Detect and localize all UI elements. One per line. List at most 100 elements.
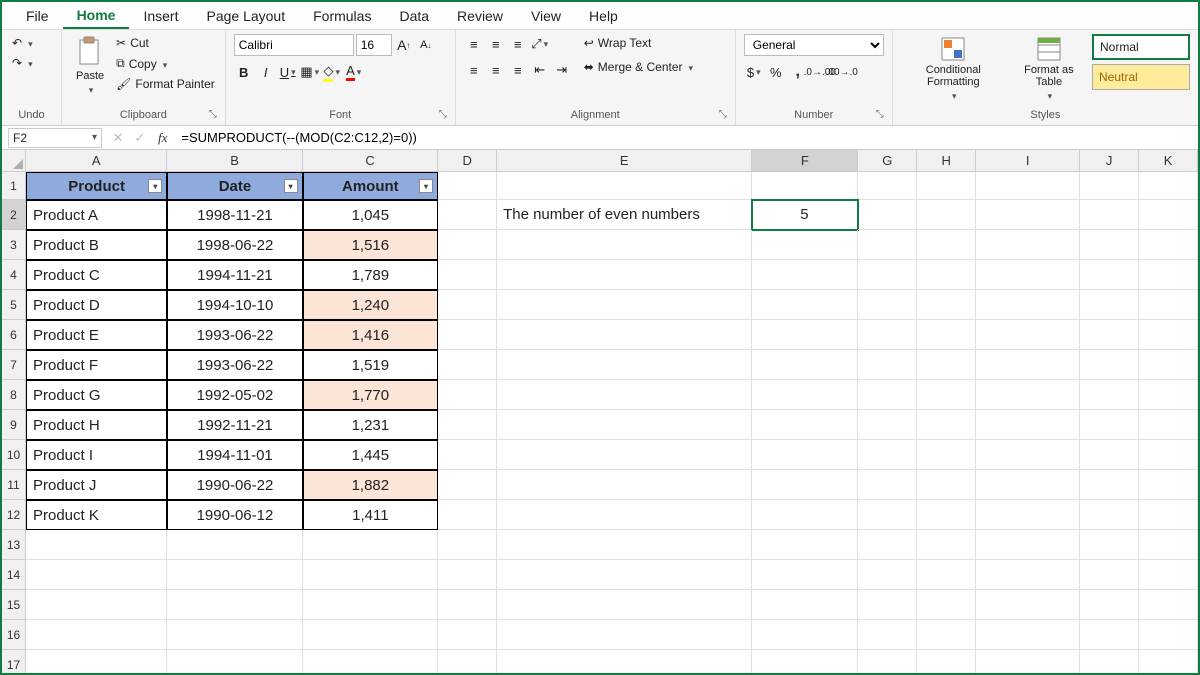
cell-H8[interactable] bbox=[917, 380, 976, 410]
menu-page-layout[interactable]: Page Layout bbox=[192, 4, 299, 28]
cell-F8[interactable] bbox=[752, 380, 858, 410]
cell-B11[interactable]: 1990-06-22 bbox=[167, 470, 302, 500]
cell-H5[interactable] bbox=[917, 290, 976, 320]
row-header-15[interactable]: 15 bbox=[2, 590, 26, 620]
col-header-J[interactable]: J bbox=[1080, 150, 1139, 172]
cell-B9[interactable]: 1992-11-21 bbox=[167, 410, 302, 440]
cell-H12[interactable] bbox=[917, 500, 976, 530]
row-header-3[interactable]: 3 bbox=[2, 230, 26, 260]
cell-H10[interactable] bbox=[917, 440, 976, 470]
cell-D11[interactable] bbox=[438, 470, 497, 500]
cell-B14[interactable] bbox=[167, 560, 302, 590]
cell-G1[interactable] bbox=[858, 172, 917, 200]
cell-E8[interactable] bbox=[497, 380, 752, 410]
cell-I11[interactable] bbox=[976, 470, 1080, 500]
cell-A15[interactable] bbox=[26, 590, 167, 620]
col-header-K[interactable]: K bbox=[1139, 150, 1198, 172]
cell-G10[interactable] bbox=[858, 440, 917, 470]
chevron-down-icon[interactable]: ▾ bbox=[92, 132, 97, 143]
cell-J17[interactable] bbox=[1080, 650, 1139, 673]
cell-C2[interactable]: 1,045 bbox=[303, 200, 438, 230]
menu-help[interactable]: Help bbox=[575, 4, 632, 28]
cell-style-normal[interactable]: Normal bbox=[1092, 34, 1190, 60]
cell-J9[interactable] bbox=[1080, 410, 1139, 440]
cell-C16[interactable] bbox=[303, 620, 438, 650]
cell-F5[interactable] bbox=[752, 290, 858, 320]
cell-B15[interactable] bbox=[167, 590, 302, 620]
cell-B2[interactable]: 1998-11-21 bbox=[167, 200, 302, 230]
cell-C14[interactable] bbox=[303, 560, 438, 590]
cell-F14[interactable] bbox=[752, 560, 858, 590]
borders-button[interactable]: ▦ bbox=[300, 62, 320, 82]
cell-J3[interactable] bbox=[1080, 230, 1139, 260]
italic-button[interactable]: I bbox=[256, 62, 276, 82]
cell-F16[interactable] bbox=[752, 620, 858, 650]
cell-G14[interactable] bbox=[858, 560, 917, 590]
cell-G9[interactable] bbox=[858, 410, 917, 440]
cell-I2[interactable] bbox=[976, 200, 1080, 230]
undo-button[interactable]: ↶ bbox=[10, 34, 35, 52]
cell-B5[interactable]: 1994-10-10 bbox=[167, 290, 302, 320]
cell-F4[interactable] bbox=[752, 260, 858, 290]
cell-I9[interactable] bbox=[976, 410, 1080, 440]
cell-F17[interactable] bbox=[752, 650, 858, 673]
cell-C6[interactable]: 1,416 bbox=[303, 320, 438, 350]
cell-J4[interactable] bbox=[1080, 260, 1139, 290]
cell-E14[interactable] bbox=[497, 560, 752, 590]
cell-B1[interactable]: Date▾ bbox=[167, 172, 302, 200]
cell-I14[interactable] bbox=[976, 560, 1080, 590]
cell-A1[interactable]: Product▾ bbox=[26, 172, 167, 200]
cell-E4[interactable] bbox=[497, 260, 752, 290]
cell-B3[interactable]: 1998-06-22 bbox=[167, 230, 302, 260]
cell-B12[interactable]: 1990-06-12 bbox=[167, 500, 302, 530]
cell-J15[interactable] bbox=[1080, 590, 1139, 620]
menu-formulas[interactable]: Formulas bbox=[299, 4, 385, 28]
cell-F10[interactable] bbox=[752, 440, 858, 470]
menu-insert[interactable]: Insert bbox=[129, 4, 192, 28]
cell-K17[interactable] bbox=[1139, 650, 1198, 673]
cell-F6[interactable] bbox=[752, 320, 858, 350]
cell-K12[interactable] bbox=[1139, 500, 1198, 530]
enter-formula-icon[interactable]: ✓ bbox=[130, 128, 150, 148]
fill-color-button[interactable]: ◇ bbox=[322, 62, 342, 82]
col-header-H[interactable]: H bbox=[917, 150, 976, 172]
cell-D5[interactable] bbox=[438, 290, 497, 320]
fx-icon[interactable]: fx bbox=[158, 130, 167, 146]
row-header-6[interactable]: 6 bbox=[2, 320, 26, 350]
cell-K3[interactable] bbox=[1139, 230, 1198, 260]
cell-F2[interactable]: 5 bbox=[752, 200, 858, 230]
format-as-table-button[interactable]: Format as Table bbox=[1010, 34, 1088, 104]
cell-D17[interactable] bbox=[438, 650, 497, 673]
col-header-D[interactable]: D bbox=[438, 150, 497, 172]
cell-E12[interactable] bbox=[497, 500, 752, 530]
row-header-17[interactable]: 17 bbox=[2, 650, 26, 673]
cell-E2[interactable]: The number of even numbers bbox=[497, 200, 752, 230]
cell-G17[interactable] bbox=[858, 650, 917, 673]
cell-I17[interactable] bbox=[976, 650, 1080, 673]
row-header-10[interactable]: 10 bbox=[2, 440, 26, 470]
cell-A11[interactable]: Product J bbox=[26, 470, 167, 500]
cell-A9[interactable]: Product H bbox=[26, 410, 167, 440]
cell-E16[interactable] bbox=[497, 620, 752, 650]
cell-G2[interactable] bbox=[858, 200, 917, 230]
row-header-13[interactable]: 13 bbox=[2, 530, 26, 560]
align-top-icon[interactable]: ≡ bbox=[464, 34, 484, 54]
cell-I7[interactable] bbox=[976, 350, 1080, 380]
accounting-format-icon[interactable]: $ bbox=[744, 62, 764, 82]
cell-A12[interactable]: Product K bbox=[26, 500, 167, 530]
cell-A2[interactable]: Product A bbox=[26, 200, 167, 230]
cell-J14[interactable] bbox=[1080, 560, 1139, 590]
select-all-corner[interactable] bbox=[2, 150, 26, 172]
cell-A17[interactable] bbox=[26, 650, 167, 673]
cell-K8[interactable] bbox=[1139, 380, 1198, 410]
cell-J12[interactable] bbox=[1080, 500, 1139, 530]
row-header-14[interactable]: 14 bbox=[2, 560, 26, 590]
cell-E10[interactable] bbox=[497, 440, 752, 470]
cell-E7[interactable] bbox=[497, 350, 752, 380]
cell-F9[interactable] bbox=[752, 410, 858, 440]
row-header-12[interactable]: 12 bbox=[2, 500, 26, 530]
row-header-7[interactable]: 7 bbox=[2, 350, 26, 380]
col-header-A[interactable]: A bbox=[26, 150, 167, 172]
cell-F1[interactable] bbox=[752, 172, 858, 200]
alignment-launcher-icon[interactable]: ⤡ bbox=[719, 109, 731, 121]
